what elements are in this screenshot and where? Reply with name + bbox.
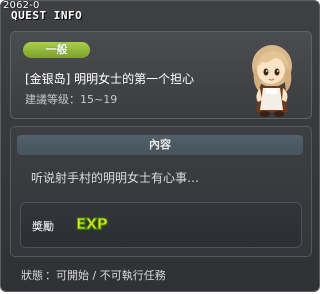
- status-value: ：可開始 / 不可執行任務: [45, 269, 166, 282]
- status-label: 狀態: [21, 269, 43, 282]
- quest-level-requirement: 建議等级：15~19: [25, 93, 118, 106]
- window-title: QUEST INFO: [11, 9, 82, 22]
- window-title-text: QUEST INFO: [11, 9, 83, 22]
- quest-summary-panel: 一般 [金银岛] 明明女士的第一个担心 建議等级：15~19: [10, 31, 312, 119]
- reward-label: 奬勵: [32, 220, 54, 233]
- quest-content-panel: 內容 听说射手村的明明女士有心事… 奬勵 EXP: [10, 126, 312, 257]
- npc-portrait-icon: [252, 45, 292, 117]
- exp-reward-icon: EXP: [75, 215, 108, 234]
- quest-category-badge: 一般: [23, 42, 90, 58]
- quest-info-window: 2062-0 QUEST INFO 一般 [金银岛] 明明女士的第一个担心 建議…: [0, 0, 320, 292]
- quest-status: 狀態 ：可開始 / 不可執行任務: [21, 267, 166, 283]
- reward-box: 奬勵 EXP: [20, 202, 302, 248]
- quest-title: [金银岛] 明明女士的第一个担心: [25, 72, 195, 86]
- quest-description: 听说射手村的明明女士有心事…: [31, 171, 200, 185]
- content-header: 內容: [17, 135, 303, 155]
